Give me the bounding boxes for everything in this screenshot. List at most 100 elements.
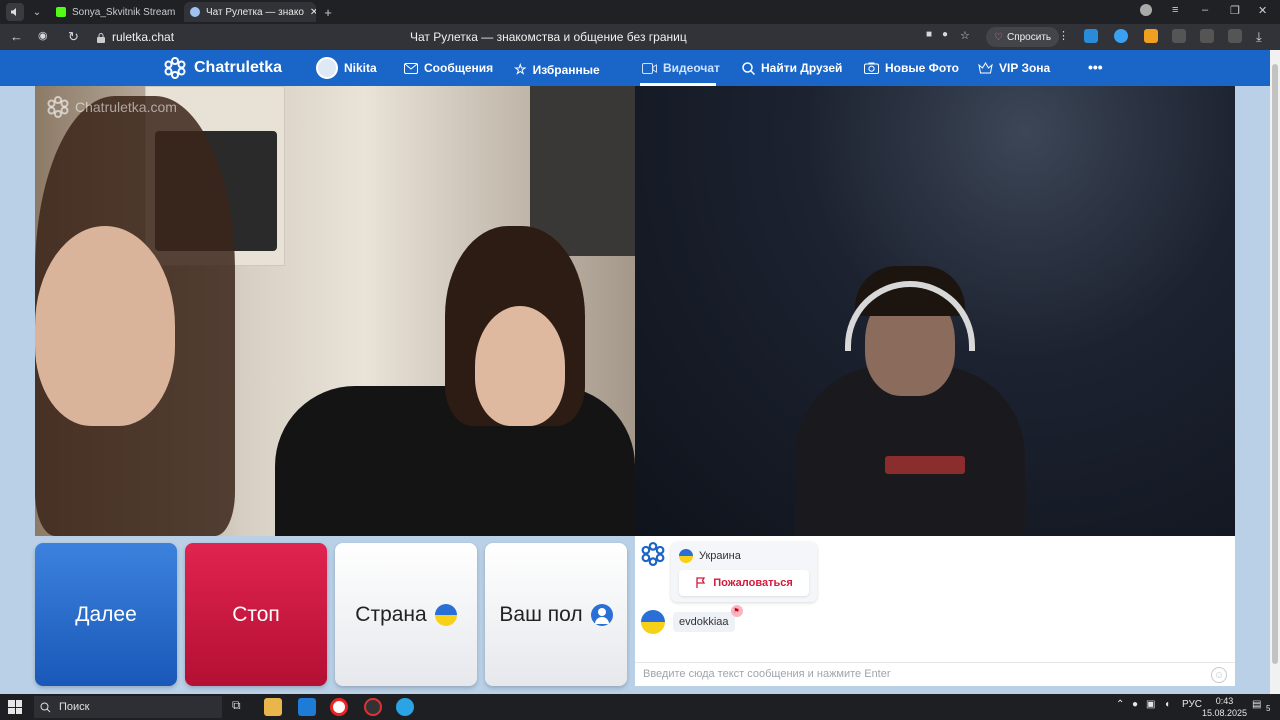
sound-icon[interactable] [6, 3, 24, 21]
lock-icon [97, 32, 105, 43]
ukraine-flag-icon [641, 610, 665, 634]
chatruletka-logo-icon [47, 96, 69, 118]
nav-new-photos[interactable]: Новые Фото [864, 61, 959, 75]
tray-chevron-icon[interactable]: ⌃ [1116, 699, 1124, 710]
tab-title: Чат Рулетка — знако [206, 6, 304, 18]
record-icon[interactable] [1200, 29, 1214, 43]
video-bg-shelf [530, 86, 635, 256]
site-logo[interactable]: Chatruletka [164, 57, 282, 79]
chat-message-input[interactable] [635, 663, 1195, 685]
tab-stream[interactable]: Sonya_Skvitnik Stream - Ki [50, 2, 178, 22]
nav-label: Сообщения [424, 61, 494, 75]
search-icon [40, 702, 51, 712]
report-label: Пожаловаться [713, 577, 793, 589]
partner-username[interactable]: evdokkiaa ⚑ [673, 605, 743, 632]
file-explorer-icon[interactable] [264, 698, 282, 716]
telegram-icon[interactable] [396, 698, 414, 716]
nav-favorites[interactable]: ☆ Избранные [514, 61, 600, 78]
star-icon: ☆ [514, 61, 527, 77]
extension-icon[interactable] [1114, 29, 1128, 43]
task-view-icon[interactable]: ⧉ [232, 698, 250, 716]
video-person-face [35, 226, 175, 426]
report-flag-icon[interactable]: ⚑ [730, 605, 743, 617]
nav-messages[interactable]: Сообщения [404, 61, 493, 75]
minimize-icon[interactable]: – [1202, 4, 1208, 16]
tab-list-chevron-icon[interactable]: ⌄ [30, 2, 44, 22]
nav-label: Найти Друзей [761, 61, 843, 75]
nav-vip[interactable]: VIP Зона [978, 61, 1050, 75]
extension-icon[interactable] [1084, 29, 1098, 43]
language-indicator[interactable]: РУС [1182, 699, 1202, 710]
more-icon[interactable]: ••• [1088, 59, 1103, 75]
video-phone [885, 456, 965, 474]
obs-icon[interactable] [364, 698, 382, 716]
url-text: ruletka.chat [112, 30, 175, 44]
chatruletka-logo-icon [641, 542, 665, 566]
clock-time: 0:43 [1215, 696, 1234, 706]
camera-permission-icon[interactable]: ■ [926, 29, 932, 40]
nav-label: Новые Фото [885, 61, 959, 75]
watermark-text: Chatruletka.com [75, 99, 177, 115]
user-avatar-icon [316, 57, 338, 79]
ask-icon: ♡ [994, 31, 1003, 43]
nav-videochat[interactable]: Видеочат [642, 61, 720, 75]
emoji-icon[interactable]: ☺ [1211, 667, 1227, 683]
nav-profile[interactable]: Nikita [316, 57, 377, 79]
scrollbar-thumb[interactable] [1272, 64, 1278, 664]
display-tray-icon[interactable]: ▣ [1146, 699, 1155, 710]
protect-icon[interactable]: ◉ [38, 29, 48, 42]
ukraine-flag-icon [434, 603, 457, 626]
logo-text: Chatruletka [194, 59, 283, 76]
flag-icon [696, 577, 706, 588]
mic-tray-icon[interactable]: ● [1132, 699, 1138, 710]
mic-permission-icon[interactable]: ● [942, 29, 948, 40]
crown-icon [978, 62, 993, 74]
tab-close-icon[interactable]: ✕ [310, 7, 316, 18]
chat-message: evdokkiaa ⚑ [641, 605, 743, 634]
nav-label: Видеочат [663, 61, 720, 75]
search-label: Поиск [59, 701, 90, 713]
gender-label: Ваш пол [499, 602, 583, 626]
browser-tabbar: ⌄ Sonya_Skvitnik Stream - Ki Чат Рулетка… [0, 0, 1280, 24]
gender-button[interactable]: Ваш пол [485, 543, 627, 686]
profile-avatar-icon[interactable] [1140, 4, 1152, 16]
chatruletka-logo-icon [164, 57, 186, 79]
volume-tray-icon[interactable]: ◖ [1164, 699, 1170, 710]
yandex-browser-icon[interactable] [330, 698, 348, 716]
nav-find-friends[interactable]: Найти Друзей [742, 61, 842, 75]
windows-start-icon[interactable] [8, 700, 22, 714]
url-field[interactable]: ruletka.chat [96, 30, 174, 44]
stop-button[interactable]: Стоп [185, 543, 327, 686]
sidebar-icon[interactable] [1228, 29, 1242, 43]
page-title: Чат Рулетка — знакомства и общение без г… [410, 30, 687, 44]
more-vert-icon[interactable]: ⋮ [1058, 29, 1069, 42]
browser-addressbar: ← ◉ ↻ ruletka.chat Чат Рулетка — знакомс… [0, 24, 1280, 50]
back-icon[interactable]: ← [10, 29, 23, 44]
next-button[interactable]: Далее [35, 543, 177, 686]
camera-icon [864, 62, 879, 74]
search-icon [742, 61, 755, 75]
tab-title: Sonya_Skvitnik Stream - Ki [72, 6, 178, 18]
bookmark-icon[interactable]: ☆ [960, 29, 970, 42]
maximize-icon[interactable]: ❐ [1230, 4, 1240, 17]
taskbar-search[interactable]: Поиск [34, 696, 222, 718]
outlook-icon[interactable] [298, 698, 316, 716]
ask-button[interactable]: ♡ Спросить [986, 27, 1060, 47]
notifications-icon[interactable]: ▤ [1252, 699, 1261, 710]
country-text: Украина [699, 550, 741, 562]
tab-chatruletka[interactable]: Чат Рулетка — знако ✕ [184, 2, 316, 22]
extensions-puzzle-icon[interactable] [1172, 29, 1186, 43]
extension-icon[interactable] [1144, 29, 1158, 43]
country-button[interactable]: Страна [335, 543, 477, 686]
close-window-icon[interactable]: ✕ [1258, 4, 1267, 17]
new-tab-icon[interactable]: + [320, 2, 336, 22]
chat-panel: Украина Пожаловаться evdokkiaa ⚑ ☺ [635, 536, 1235, 686]
notification-count: 5 [1266, 704, 1271, 713]
partner-country: Украина [679, 549, 741, 563]
download-icon[interactable]: ⤓ [1256, 29, 1262, 45]
taskbar-clock[interactable]: 0:43 15.08.2025 [1202, 695, 1247, 719]
menu-icon[interactable]: ≡ [1172, 4, 1178, 16]
report-button[interactable]: Пожаловаться [679, 570, 809, 596]
reload-icon[interactable]: ↻ [68, 29, 79, 45]
video-watermark: Chatruletka.com [47, 96, 177, 118]
